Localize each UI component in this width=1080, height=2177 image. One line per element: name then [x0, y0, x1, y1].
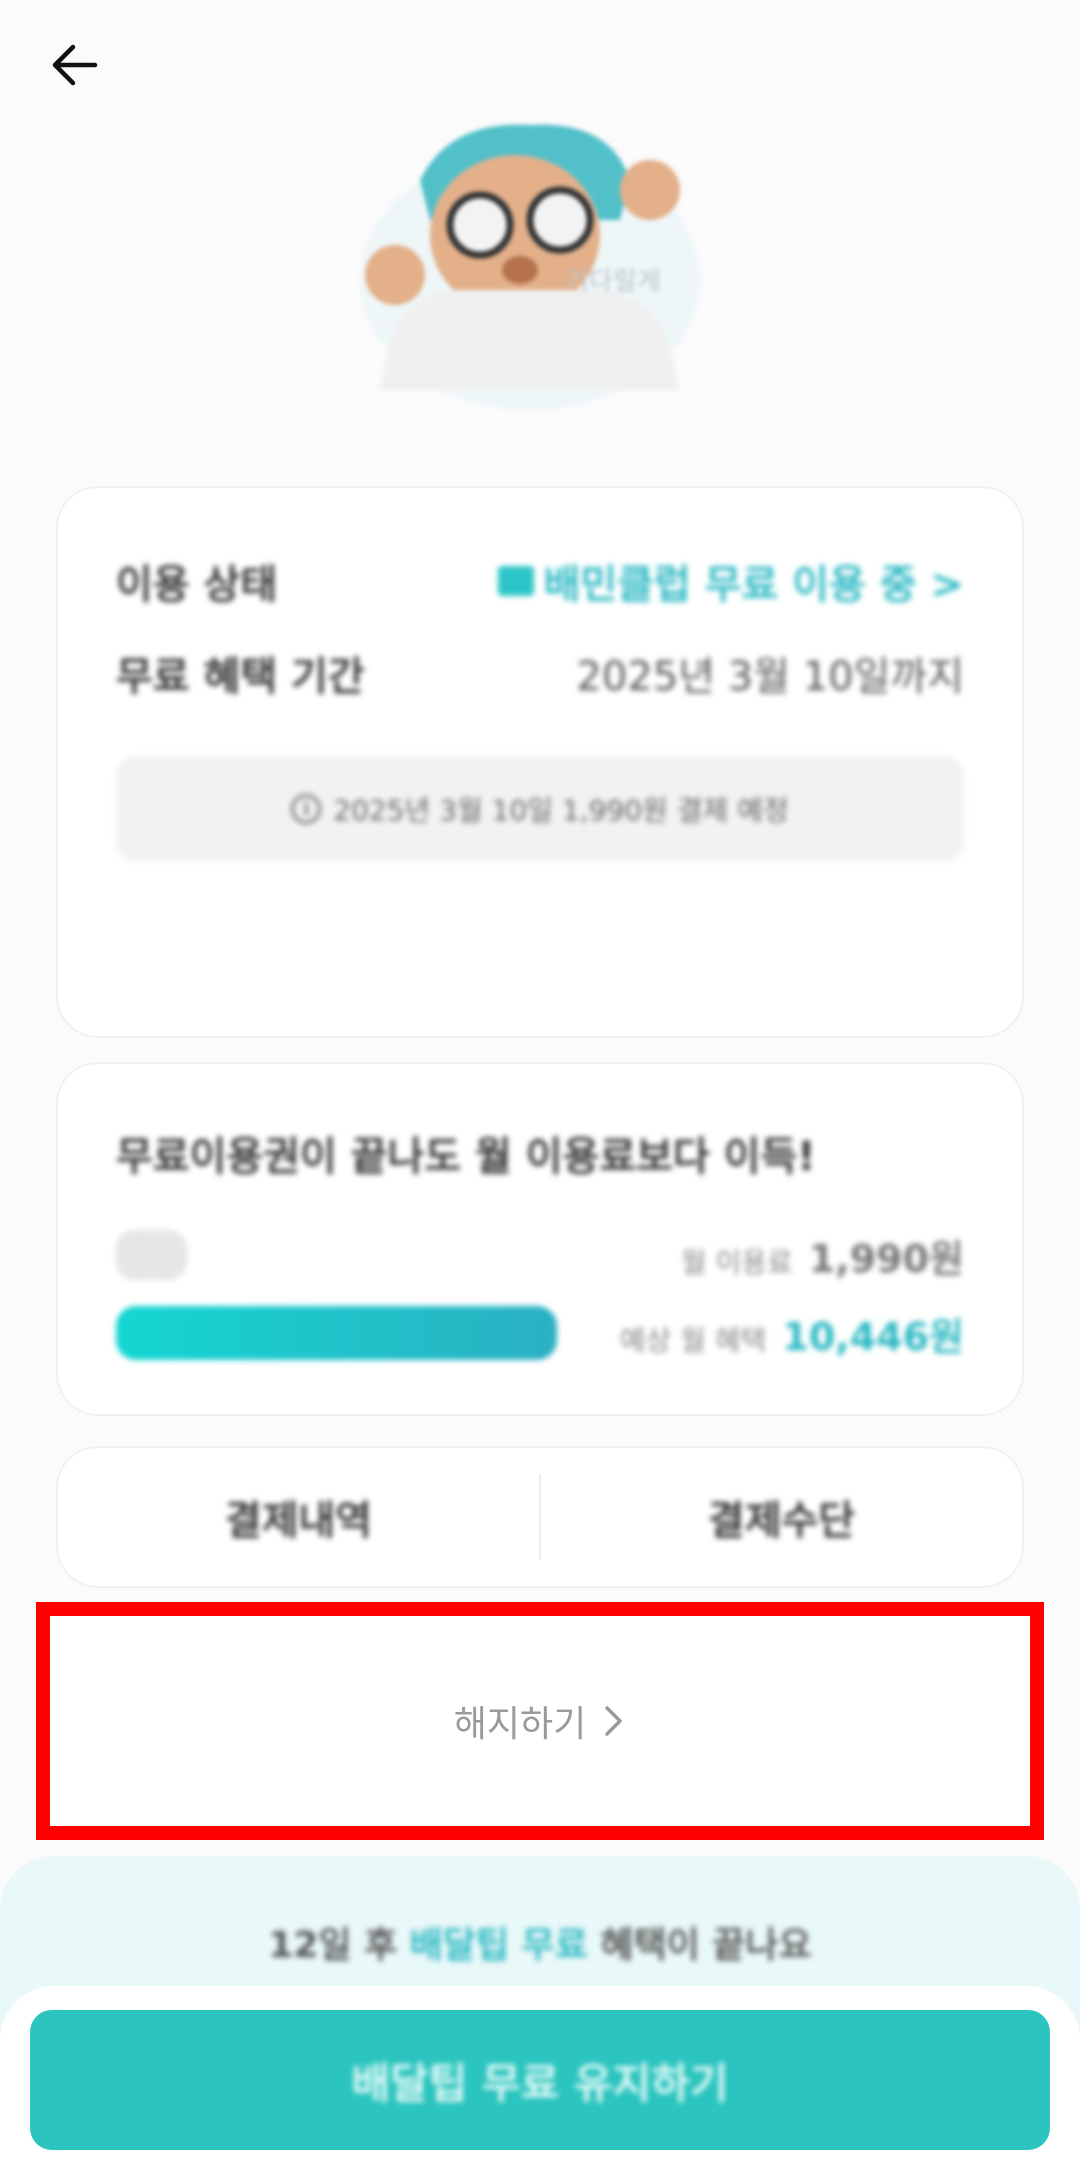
payment-method-button[interactable]: 결제수단 [541, 1448, 1022, 1586]
expected-benefit-caption: 예상 월 혜택 [619, 1324, 767, 1357]
message-prefix: 12일 후 [268, 1925, 410, 1966]
payment-notice-text: 2025년 3월 10일 1,990원 결제 예정 [333, 794, 789, 827]
expected-benefit-amount: 10,446원 [782, 1315, 964, 1359]
status-row[interactable]: 이용 상태 배민클럽 무료 이용 중 > [116, 552, 964, 610]
monthly-fee-label: 월 이용료 1,990원 [681, 1228, 964, 1283]
arrow-left-icon [52, 44, 98, 86]
benefit-ending-message: 12일 후 배달팁 무료 혜택이 끝나요 [0, 1916, 1080, 1968]
benefit-title: 무료이용권이 끝나도 월 이용료보다 이득! [116, 1134, 816, 1180]
hero-caption: 기다릴게 [565, 267, 661, 297]
back-button[interactable] [40, 30, 110, 100]
status-value[interactable]: 배민클럽 무료 이용 중 > [497, 552, 964, 610]
expected-benefit-label: 예상 월 혜택 10,446원 [620, 1306, 964, 1361]
character-illustration: 기다릴게 [320, 120, 740, 420]
club-badge-icon [497, 566, 534, 596]
message-highlight: 배달팁 무료 [409, 1925, 588, 1966]
payment-links-card: 결제내역 결제수단 [58, 1448, 1022, 1586]
period-value: 2025년 3월 10일까지 [576, 654, 964, 700]
cancel-subscription-button[interactable]: 해지하기 [36, 1602, 1044, 1840]
period-label: 무료 혜택 기간 [116, 654, 365, 700]
keep-free-delivery-button[interactable]: 배달팁 무료 유지하기 [30, 2010, 1050, 2150]
monthly-fee-amount: 1,990원 [808, 1237, 964, 1281]
cta-label: 배달팁 무료 유지하기 [351, 2058, 729, 2108]
message-suffix: 혜택이 끝나요 [587, 1925, 812, 1966]
cancel-label: 해지하기 [453, 1704, 587, 1745]
expected-benefit-bar [116, 1306, 557, 1360]
chevron-right-icon [605, 1706, 622, 1736]
period-row: 무료 혜택 기간 2025년 3월 10일까지 [116, 644, 964, 702]
monthly-fee-caption: 월 이용료 [680, 1246, 793, 1279]
payment-history-button[interactable]: 결제내역 [58, 1448, 539, 1586]
monthly-fee-bar [116, 1230, 187, 1280]
status-label: 이용 상태 [116, 562, 278, 608]
status-card: 이용 상태 배민클럽 무료 이용 중 > 무료 혜택 기간 2025년 3월 1… [58, 488, 1022, 1036]
page: 기다릴게 이용 상태 배민클럽 무료 이용 중 > 무료 혜택 기간 2025년… [0, 0, 1080, 2177]
status-value-text: 배민클럽 무료 이용 중 > [543, 562, 964, 608]
benefit-card: 무료이용권이 끝나도 월 이용료보다 이득! 월 이용료 1,990원 예상 월… [58, 1064, 1022, 1414]
info-icon: i [291, 794, 322, 824]
payment-notice: i 2025년 3월 10일 1,990원 결제 예정 [116, 756, 964, 862]
